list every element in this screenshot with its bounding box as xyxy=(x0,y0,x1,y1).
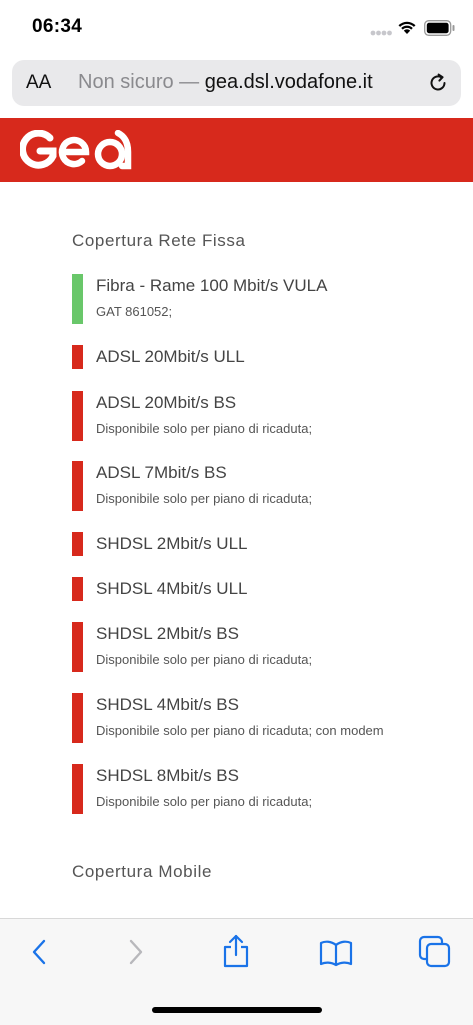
coverage-status-bar xyxy=(72,532,83,556)
service-note: Disponibile solo per piano di ricaduta; xyxy=(96,652,313,667)
section-title-fixed: Copertura Rete Fissa xyxy=(72,231,246,250)
service-name: Fibra - Rame 100 Mbit/s VULA xyxy=(96,276,328,295)
service-name: ADSL 20Mbit/s BS xyxy=(96,393,237,412)
back-icon[interactable] xyxy=(27,937,51,967)
coverage-status-bar xyxy=(72,622,83,672)
service-note: Disponibile solo per piano di ricaduta; xyxy=(96,421,313,436)
coverage-status-bar xyxy=(72,577,83,601)
section-title-mobile: Copertura Mobile xyxy=(72,862,212,881)
list-item: SHDSL 4Mbit/s BS Disponibile solo per pi… xyxy=(72,693,452,743)
status-bar: 06:34 xyxy=(0,0,473,58)
service-note: GAT 861052; xyxy=(96,304,173,319)
list-item: Fibra - Rame 100 Mbit/s VULA GAT 861052; xyxy=(72,274,452,324)
list-item: SHDSL 8Mbit/s BS Disponibile solo per pi… xyxy=(72,764,452,814)
coverage-status-bar xyxy=(72,345,83,369)
url-domain: gea.dsl.vodafone.it xyxy=(204,71,373,93)
coverage-status-bar xyxy=(72,274,83,324)
address-bar[interactable]: AA Non sicuro — gea.dsl.vodafone.it xyxy=(12,60,461,106)
service-name: SHDSL 4Mbit/s BS xyxy=(96,695,239,714)
service-name: SHDSL 2Mbit/s BS xyxy=(96,624,239,643)
wifi-icon xyxy=(398,21,416,34)
service-note: Disponibile solo per piano di ricaduta; … xyxy=(96,723,384,738)
bookmarks-icon[interactable] xyxy=(319,939,353,967)
security-warning: Non sicuro — xyxy=(78,71,200,93)
forward-icon[interactable] xyxy=(124,937,148,967)
tabs-icon[interactable] xyxy=(418,935,452,969)
coverage-status-bar xyxy=(72,461,83,511)
list-item: ADSL 20Mbit/s ULL xyxy=(72,345,452,369)
service-note: Disponibile solo per piano di ricaduta; xyxy=(96,794,313,809)
cellular-signal-icon xyxy=(370,30,392,36)
coverage-status-bar xyxy=(72,391,83,441)
text-size-button[interactable]: AA xyxy=(26,72,51,94)
coverage-status-bar xyxy=(72,693,83,743)
text-size-label: AA xyxy=(26,72,52,93)
service-name: ADSL 7Mbit/s BS xyxy=(96,463,227,482)
list-item: ADSL 20Mbit/s BS Disponibile solo per pi… xyxy=(72,391,452,441)
service-note: Disponibile solo per piano di ricaduta; xyxy=(96,491,313,506)
battery-icon xyxy=(424,20,455,36)
url-display[interactable]: Non sicuro — gea.dsl.vodafone.it xyxy=(78,71,373,94)
list-item: SHDSL 4Mbit/s ULL xyxy=(72,577,452,601)
reload-icon[interactable] xyxy=(427,72,449,94)
list-item: ADSL 7Mbit/s BS Disponibile solo per pia… xyxy=(72,461,452,511)
home-indicator xyxy=(152,1007,322,1013)
gea-logo[interactable] xyxy=(20,130,136,170)
service-name: SHDSL 4Mbit/s ULL xyxy=(96,579,248,598)
service-name: ADSL 20Mbit/s ULL xyxy=(96,347,245,366)
brand-header xyxy=(0,118,473,182)
list-item: SHDSL 2Mbit/s BS Disponibile solo per pi… xyxy=(72,622,452,672)
share-icon[interactable] xyxy=(221,933,251,969)
coverage-status-bar xyxy=(72,764,83,814)
service-name: SHDSL 8Mbit/s BS xyxy=(96,766,239,785)
service-name: SHDSL 2Mbit/s ULL xyxy=(96,534,248,553)
status-time: 06:34 xyxy=(32,16,83,37)
list-item: SHDSL 2Mbit/s ULL xyxy=(72,532,452,556)
